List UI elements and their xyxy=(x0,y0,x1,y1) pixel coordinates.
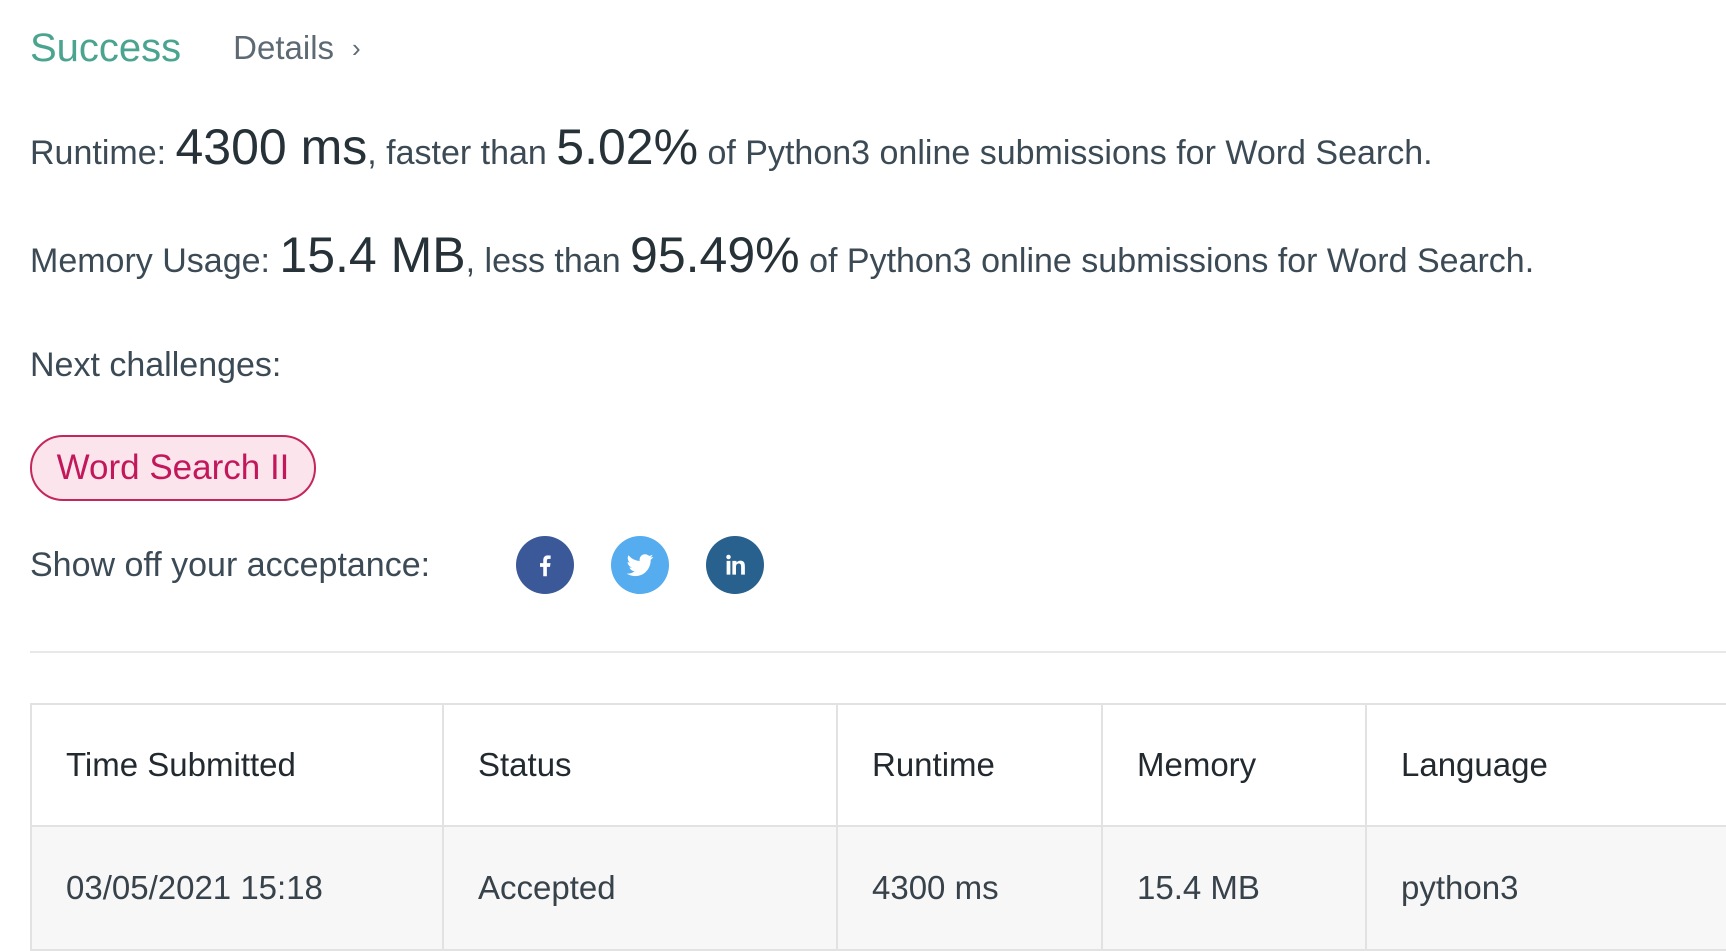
column-header-time-submitted[interactable]: Time Submitted xyxy=(30,703,444,827)
memory-summary: Memory Usage: 15.4 MB, less than 95.49% … xyxy=(30,226,1534,284)
linkedin-icon[interactable] xyxy=(706,536,764,594)
cell-time-submitted: 03/05/2021 15:18 xyxy=(30,825,444,951)
runtime-percent: 5.02% xyxy=(556,119,699,175)
share-row: Show off your acceptance: xyxy=(30,535,801,595)
column-header-runtime[interactable]: Runtime xyxy=(836,703,1103,827)
twitter-icon[interactable] xyxy=(611,536,669,594)
column-header-memory[interactable]: Memory xyxy=(1101,703,1367,827)
runtime-value: 4300 ms xyxy=(175,119,368,175)
details-link[interactable]: Details › xyxy=(233,29,361,67)
chevron-right-icon: › xyxy=(352,32,361,63)
share-label: Show off your acceptance: xyxy=(30,545,431,584)
submissions-table: Time Submitted Status Runtime Memory Lan… xyxy=(30,703,1726,951)
runtime-prefix: Runtime: xyxy=(30,134,176,172)
table-row: 03/05/2021 15:18 Accepted 4300 ms 15.4 M… xyxy=(30,825,1726,951)
memory-value: 15.4 MB xyxy=(279,227,466,283)
result-header: Success Details › xyxy=(30,20,361,76)
memory-percent: 95.49% xyxy=(630,227,800,283)
status-title: Success xyxy=(30,25,182,70)
column-header-language[interactable]: Language xyxy=(1365,703,1726,827)
memory-suffix: of Python3 online submissions for Word S… xyxy=(799,242,1535,280)
memory-mid: , less than xyxy=(465,242,631,280)
challenge-word-search-ii[interactable]: Word Search II xyxy=(30,435,316,501)
facebook-icon[interactable] xyxy=(516,536,574,594)
cell-memory: 15.4 MB xyxy=(1101,825,1367,951)
details-label: Details xyxy=(233,29,335,66)
cell-language: python3 xyxy=(1365,825,1726,951)
memory-prefix: Memory Usage: xyxy=(30,242,280,280)
next-challenges-label: Next challenges: xyxy=(30,346,282,384)
cell-status-accepted[interactable]: Accepted xyxy=(442,825,838,951)
cell-runtime: 4300 ms xyxy=(836,825,1103,951)
runtime-summary: Runtime: 4300 ms, faster than 5.02% of P… xyxy=(30,118,1433,176)
column-header-status[interactable]: Status xyxy=(442,703,838,827)
section-divider xyxy=(30,651,1726,653)
runtime-mid: , faster than xyxy=(367,134,557,172)
runtime-suffix: of Python3 online submissions for Word S… xyxy=(698,134,1433,172)
table-header-row: Time Submitted Status Runtime Memory Lan… xyxy=(30,703,1726,827)
